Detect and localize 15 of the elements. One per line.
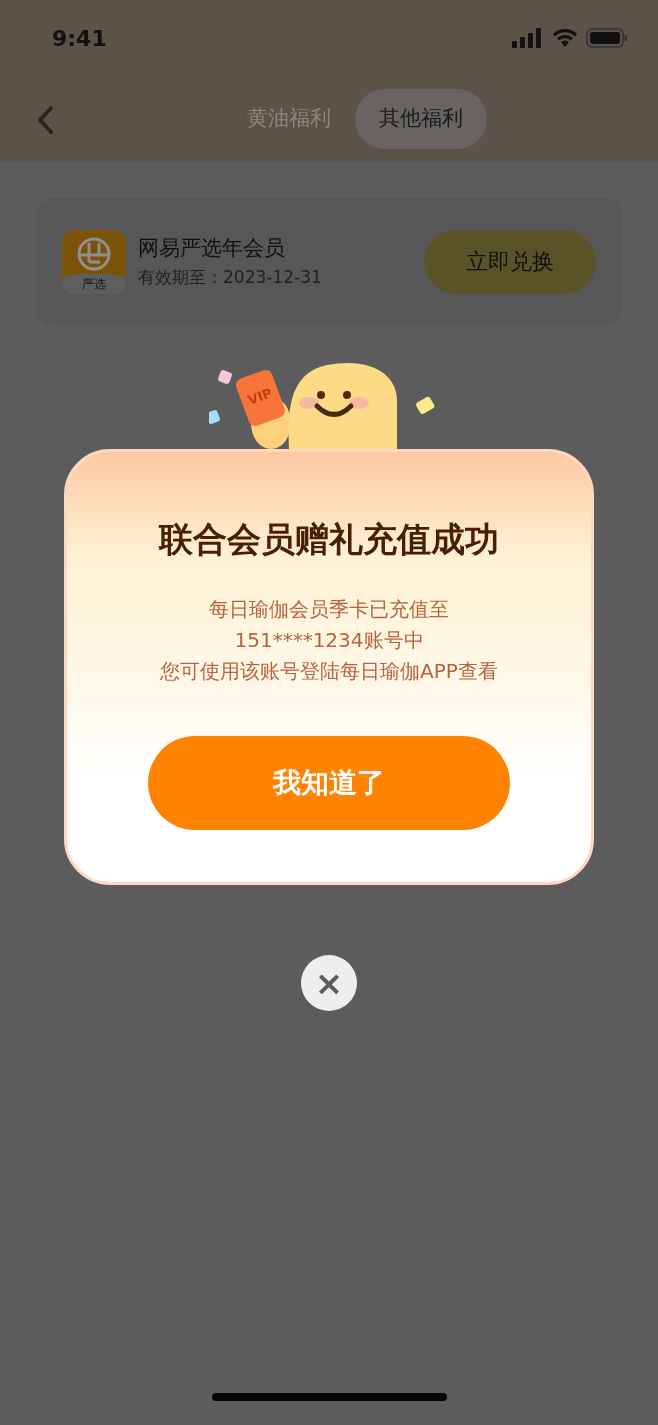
tab[interactable]: 其他福利 [355,89,487,149]
signal-icon [512,28,544,48]
dialog-message: 151****1234账号中 [234,627,424,654]
status-time: 9:41 [52,24,107,53]
redeem-button[interactable]: 立即兑换 [424,229,596,294]
battery-icon [586,28,628,48]
dialog-message: 每日瑜伽会员季卡已充值至 [209,596,449,623]
dialog-title: 联合会员赠礼充值成功 [159,518,499,561]
close-button[interactable]: × [301,955,357,1011]
confirm-button[interactable]: 我知道了 [148,736,510,830]
wifi-icon [552,28,578,48]
mascot-drawing: VIP [209,361,449,449]
dialog-message: 您可使用该账号登陆每日瑜伽APP查看 [160,658,498,685]
benefit-title: 网易严选年会员 [138,235,286,262]
logo-text: 严选 [82,277,106,290]
